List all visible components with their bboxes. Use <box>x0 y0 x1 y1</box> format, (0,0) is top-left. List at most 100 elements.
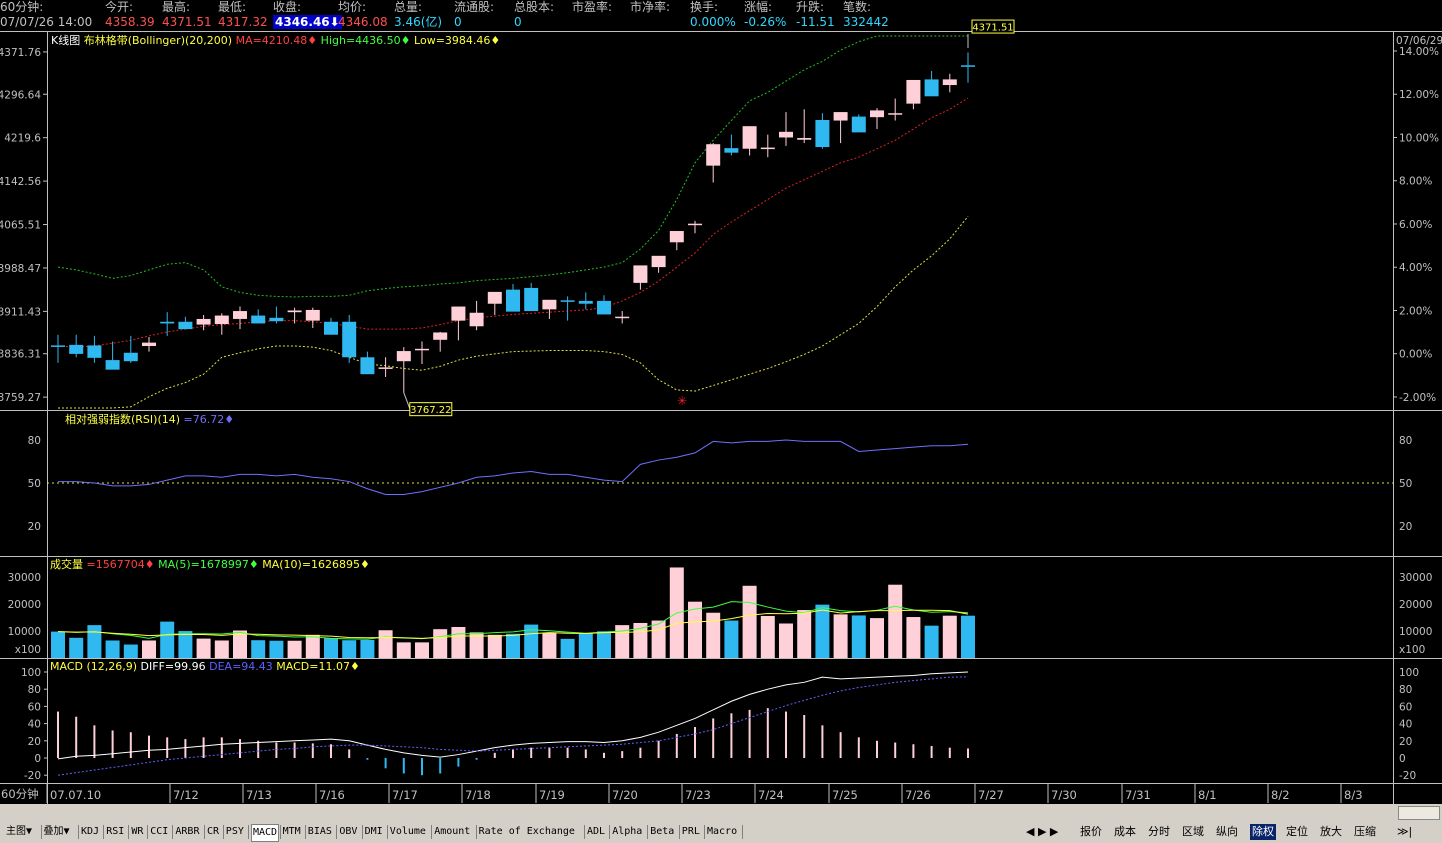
tab-separator <box>742 825 743 839</box>
tool-压缩[interactable]: 压缩 <box>1354 824 1376 840</box>
candle-body <box>160 321 175 324</box>
pct-tick-label: -2.00% <box>1399 392 1436 404</box>
volume-bar <box>815 604 830 658</box>
tab-scroll-arrows-icon[interactable]: ◀ ▶ ▶ <box>1026 824 1058 840</box>
macd-tick-label-right: 60 <box>1399 701 1412 713</box>
candle-body <box>433 332 448 340</box>
candle-body <box>87 345 102 358</box>
candle-body <box>342 321 357 358</box>
tool-分时[interactable]: 分时 <box>1148 824 1170 840</box>
xaxis-date-label: 7/27 <box>978 788 1004 802</box>
volume-bar <box>51 631 65 658</box>
macd-tick-label: 80 <box>28 684 41 696</box>
tab-cr[interactable]: CR <box>207 824 219 840</box>
tab-prl[interactable]: PRL <box>682 824 700 840</box>
xaxis-date-label: 8/2 <box>1271 788 1290 802</box>
volume-bar <box>578 633 593 658</box>
tab-psy[interactable]: PSY <box>226 824 244 840</box>
candle-body <box>196 318 211 325</box>
signal-star-icon: ✳ <box>677 394 687 408</box>
horizontal-scrollbar[interactable] <box>0 804 1442 821</box>
rsi-tick-label-right: 50 <box>1399 478 1412 490</box>
pct-tick-label: 0.00% <box>1399 349 1432 361</box>
candle-body <box>324 321 338 335</box>
volume-bar <box>651 620 666 658</box>
tab-obv[interactable]: OBV <box>339 824 357 840</box>
volume-bar <box>870 618 884 658</box>
tool-除权[interactable]: 除权 <box>1250 824 1276 840</box>
tool-成本[interactable]: 成本 <box>1114 824 1136 840</box>
bollinger-upper-line <box>57 35 968 298</box>
volume-bar <box>833 614 848 658</box>
tool-区域[interactable]: 区域 <box>1182 824 1204 840</box>
tab-beta[interactable]: Beta <box>650 824 674 840</box>
price-tick-label: 4065.51 <box>0 220 41 232</box>
xaxis-date-label: 7/26 <box>905 788 931 802</box>
tool-放大[interactable]: 放大 <box>1320 824 1342 840</box>
xaxis-date-label: 7/20 <box>612 788 638 802</box>
candle-body <box>415 348 429 351</box>
tab-separator <box>361 825 363 839</box>
tab-主图[interactable]: 主图▼ <box>6 824 32 840</box>
xaxis-date-label: 7/30 <box>1051 788 1077 802</box>
tab-wr[interactable]: WR <box>131 824 143 840</box>
scrollbar-thumb[interactable] <box>1398 806 1440 820</box>
tool-纵向[interactable]: 纵向 <box>1216 824 1238 840</box>
volume-bar <box>797 610 812 658</box>
candle-body <box>69 344 84 354</box>
volume-bar <box>324 638 338 658</box>
xaxis-date-label: 07.07.10 <box>50 788 101 802</box>
tab-cci[interactable]: CCI <box>150 824 168 840</box>
candle-body <box>942 79 957 86</box>
tool-报价[interactable]: 报价 <box>1080 824 1102 840</box>
candle-body <box>142 342 156 346</box>
volume-bar <box>961 615 975 658</box>
price-tick-label: 4219.6 <box>4 133 41 145</box>
volume-bar <box>396 642 411 658</box>
volume-bar <box>251 640 266 658</box>
tab-arbr[interactable]: ARBR <box>175 824 199 840</box>
tab-macd[interactable]: MACD <box>251 824 280 842</box>
tab-volume[interactable]: Volume <box>390 824 426 840</box>
high-tag: 4371.51 <box>972 23 1013 34</box>
tab-alpha[interactable]: Alpha <box>612 824 642 840</box>
candle-body <box>233 311 247 319</box>
xaxis-date-label: 7/18 <box>465 788 491 802</box>
tab-adl[interactable]: ADL <box>587 824 605 840</box>
volume-bar <box>706 612 721 658</box>
bollinger-lower-line <box>58 216 969 409</box>
volume-bar <box>105 640 120 658</box>
xaxis-date-label: 7/17 <box>392 788 418 802</box>
tab-bias[interactable]: BIAS <box>308 824 332 840</box>
tab-dmi[interactable]: DMI <box>365 824 383 840</box>
tab-叠加[interactable]: 叠加▼ <box>44 824 70 840</box>
tab-macro[interactable]: Macro <box>707 824 737 840</box>
xaxis-date-label: 7/16 <box>319 788 345 802</box>
tab-mtm[interactable]: MTM <box>283 824 301 840</box>
price-tick-label: 3988.47 <box>0 263 41 275</box>
chart-area[interactable]: 4371.76 4296.64 4219.6 4142.56 4065.51 3988.4… <box>0 0 1442 804</box>
tab-separator <box>431 825 433 839</box>
macd-tick-label-right: -20 <box>1399 770 1416 782</box>
volume-bar <box>415 642 429 658</box>
candle-body <box>815 119 830 148</box>
price-tick-label: 3836.31 <box>0 349 41 361</box>
tool-定位[interactable]: 定位 <box>1286 824 1308 840</box>
tab-rate-of-exchange[interactable]: Rate of Exchange <box>479 824 575 840</box>
macd-tick-label-right: 0 <box>1399 753 1406 765</box>
candle-body <box>615 316 630 319</box>
candle-body <box>870 110 884 118</box>
tab-rsi[interactable]: RSI <box>106 824 124 840</box>
volume-bar <box>888 584 903 658</box>
tab-separator <box>304 825 306 839</box>
volume-bar <box>451 627 466 658</box>
volume-bar <box>123 644 138 658</box>
tab-amount[interactable]: Amount <box>434 824 470 840</box>
tab-kdj[interactable]: KDJ <box>81 824 99 840</box>
volume-bar <box>378 630 393 658</box>
volume-bar <box>433 629 448 658</box>
price-tick-label: 4296.64 <box>0 89 41 101</box>
volume-bar <box>360 639 375 658</box>
volume-bar <box>160 621 175 658</box>
more-tools-icon[interactable]: ≫| <box>1397 824 1412 840</box>
